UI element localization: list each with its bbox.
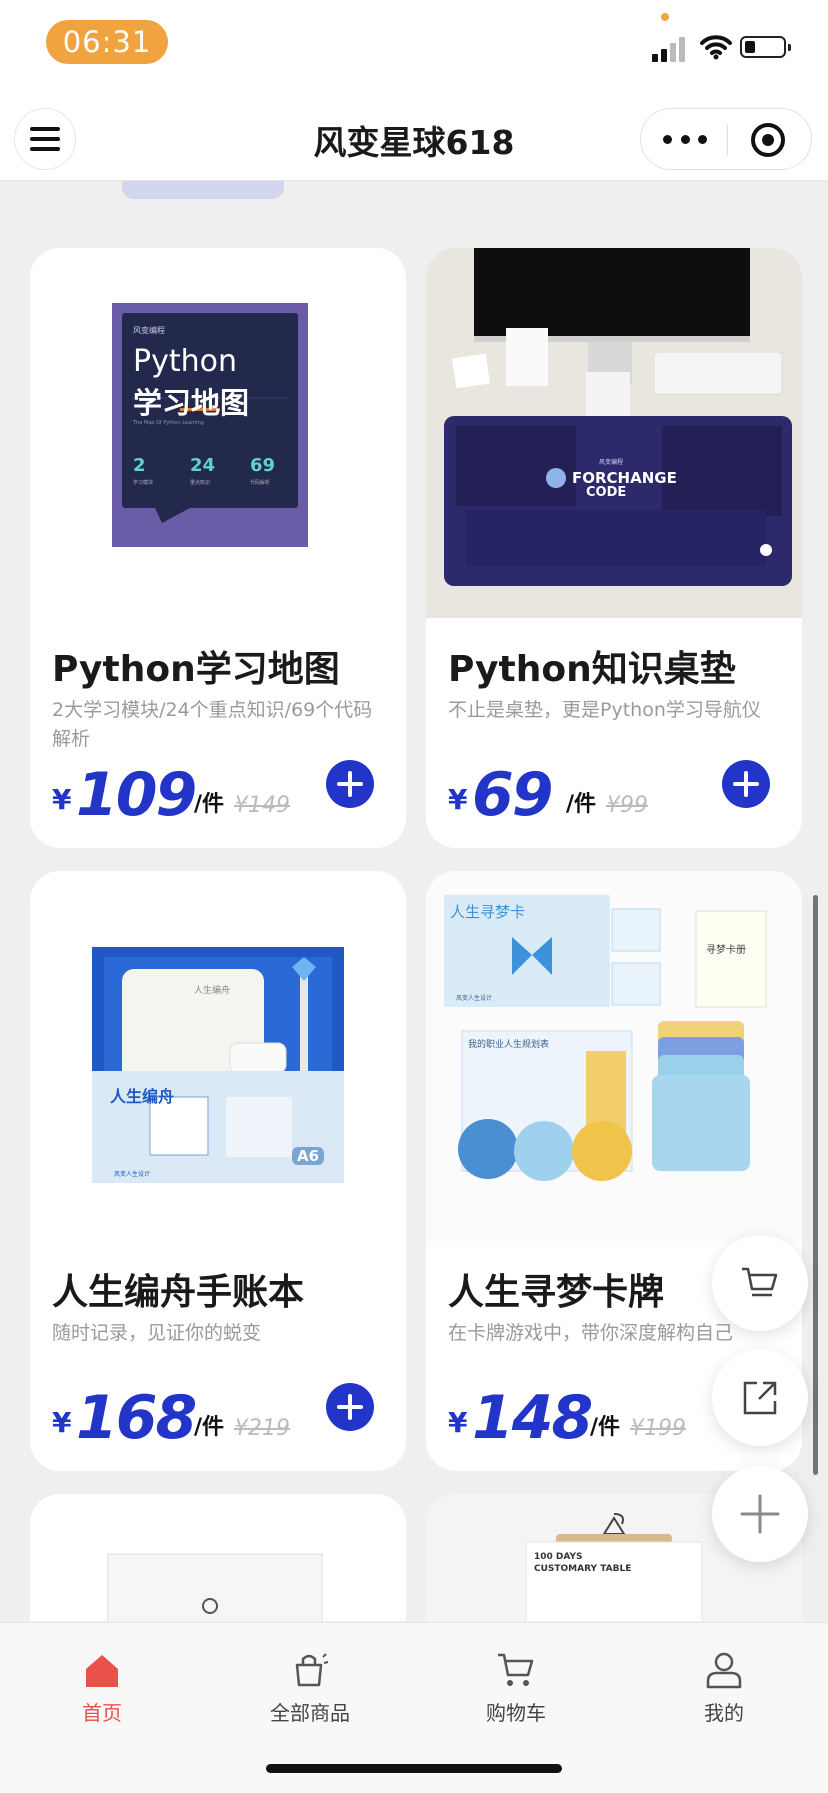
currency-symbol: ¥ [52,783,72,816]
recording-dot-icon [661,13,669,21]
cellular-signal-icon [652,34,690,62]
tab-profile[interactable]: 我的 [644,1641,804,1726]
notebook-cover-text: 人生编舟 [194,986,231,996]
product-list: 风变编程 Python 学习地图 The Map Of Python Learn… [0,181,828,1621]
price-unit: /件 [194,1415,225,1440]
product-subtitle: 在卡牌游戏中，带你深度解构自己 [448,1322,734,1344]
tab-label: 全部商品 [270,1701,350,1725]
price-unit: /件 [566,792,597,817]
stat-value: 24 [190,455,216,476]
user-icon [706,1652,742,1689]
product-title: Python知识桌垫 [448,649,736,690]
product-card[interactable] [30,1494,406,1621]
product-title: 人生编舟手账本 [52,1272,305,1313]
image-brand: 风变人生设计 [114,1171,151,1178]
add-to-cart-button[interactable] [326,1383,374,1431]
home-indicator[interactable] [266,1764,562,1773]
product-card[interactable]: 风变编程 FORCHANGE CODE Python知识桌垫 不止是桌垫，更是P… [426,248,802,848]
mini-program-capsule [640,108,812,170]
cart-icon [498,1653,534,1686]
box-title: 人生寻梦卡 [450,903,526,921]
banner-remnant [122,181,284,199]
image-brand: 风变编程 [599,459,624,466]
tab-all-products[interactable]: 全部商品 [230,1641,390,1726]
tab-home[interactable]: 首页 [22,1641,182,1726]
share-icon [743,1381,777,1415]
image-brand: 风变人生设计 [456,995,493,1002]
status-bar: 06:31 [0,0,828,90]
navigation-bar: 风变星球618 [0,90,828,181]
original-price: ¥149 [234,793,290,818]
price-value: 168 [76,1383,197,1453]
size-badge: A6 [292,1147,325,1165]
tab-label: 我的 [704,1701,744,1725]
product-image [30,1494,406,1621]
stat-value: 69 [250,455,276,476]
tab-label: 首页 [82,1701,122,1725]
wifi-icon [700,35,732,60]
stat-value: 2 [133,455,146,476]
stat-label: 学习模块 [133,480,154,486]
image-logo-line2: CODE [586,485,627,500]
price-unit: /件 [194,792,225,817]
home-icon [86,1655,118,1687]
product-image: 人生编舟 人生编舟 A6 风变人生设计 [30,871,406,1241]
floating-share-button[interactable] [712,1350,808,1446]
add-to-cart-button[interactable] [722,760,770,808]
price-value: 69 [472,760,553,830]
image-brand: 风变编程 [133,326,165,335]
tab-cart[interactable]: 购物车 [436,1641,596,1726]
product-card[interactable]: 风变编程 Python 学习地图 The Map Of Python Learn… [30,248,406,848]
add-to-cart-button[interactable] [326,760,374,808]
currency-symbol: ¥ [52,1406,72,1439]
more-options-icon[interactable] [663,127,707,151]
currency-symbol: ¥ [448,1406,468,1439]
image-line1: 100 DAYS [534,1552,583,1562]
image-line2: CUSTOMARY TABLE [534,1564,632,1574]
price-value: 148 [472,1383,593,1453]
original-price: ¥99 [606,793,648,818]
status-time: 06:31 [46,20,168,64]
original-price: ¥199 [630,1416,686,1441]
worksheet-title: 我的职业人生规划表 [468,1040,550,1050]
image-caption: The Map Of Python Learning [133,420,204,426]
scrollbar[interactable] [813,895,818,1475]
tab-label: 购物车 [486,1701,546,1725]
price-value: 109 [76,760,197,830]
close-miniprogram-icon[interactable] [751,123,785,157]
product-image: 风变编程 FORCHANGE CODE [426,248,802,618]
product-title: Python学习地图 [52,649,340,690]
image-line2: 学习地图 [133,386,250,420]
plus-icon [740,1494,780,1534]
product-subtitle: 2大学习模块/24个重点知识/69个代码解析 [52,699,373,750]
sleeve-title: 人生编舟 [110,1087,175,1106]
cart-icon [742,1267,778,1297]
product-title: 人生寻梦卡牌 [448,1272,665,1313]
original-price: ¥219 [234,1416,290,1441]
product-card[interactable]: 人生编舟 人生编舟 A6 风变人生设计 人生编舟手账本 随时记录，见证你的蜕变 … [30,871,406,1471]
currency-symbol: ¥ [448,783,468,816]
product-subtitle: 随时记录，见证你的蜕变 [52,1322,262,1344]
image-line1: Python [133,344,237,379]
floating-cart-button[interactable] [712,1235,808,1331]
shopping-bag-icon [295,1653,329,1687]
stat-label: 重点知识 [190,480,211,486]
floating-plus-button[interactable] [712,1466,808,1562]
card-book-title: 寻梦卡册 [706,945,746,956]
product-subtitle: 不止是桌垫，更是Python学习导航仪 [448,699,761,721]
battery-icon [740,36,791,58]
stat-label: 代码解析 [250,480,271,486]
product-image: 风变编程 Python 学习地图 The Map Of Python Learn… [30,248,406,618]
product-image: 人生寻梦卡 寻梦卡册 我的职业人生规划表 风变人生设计 [426,871,802,1241]
price-unit: /件 [590,1415,621,1440]
